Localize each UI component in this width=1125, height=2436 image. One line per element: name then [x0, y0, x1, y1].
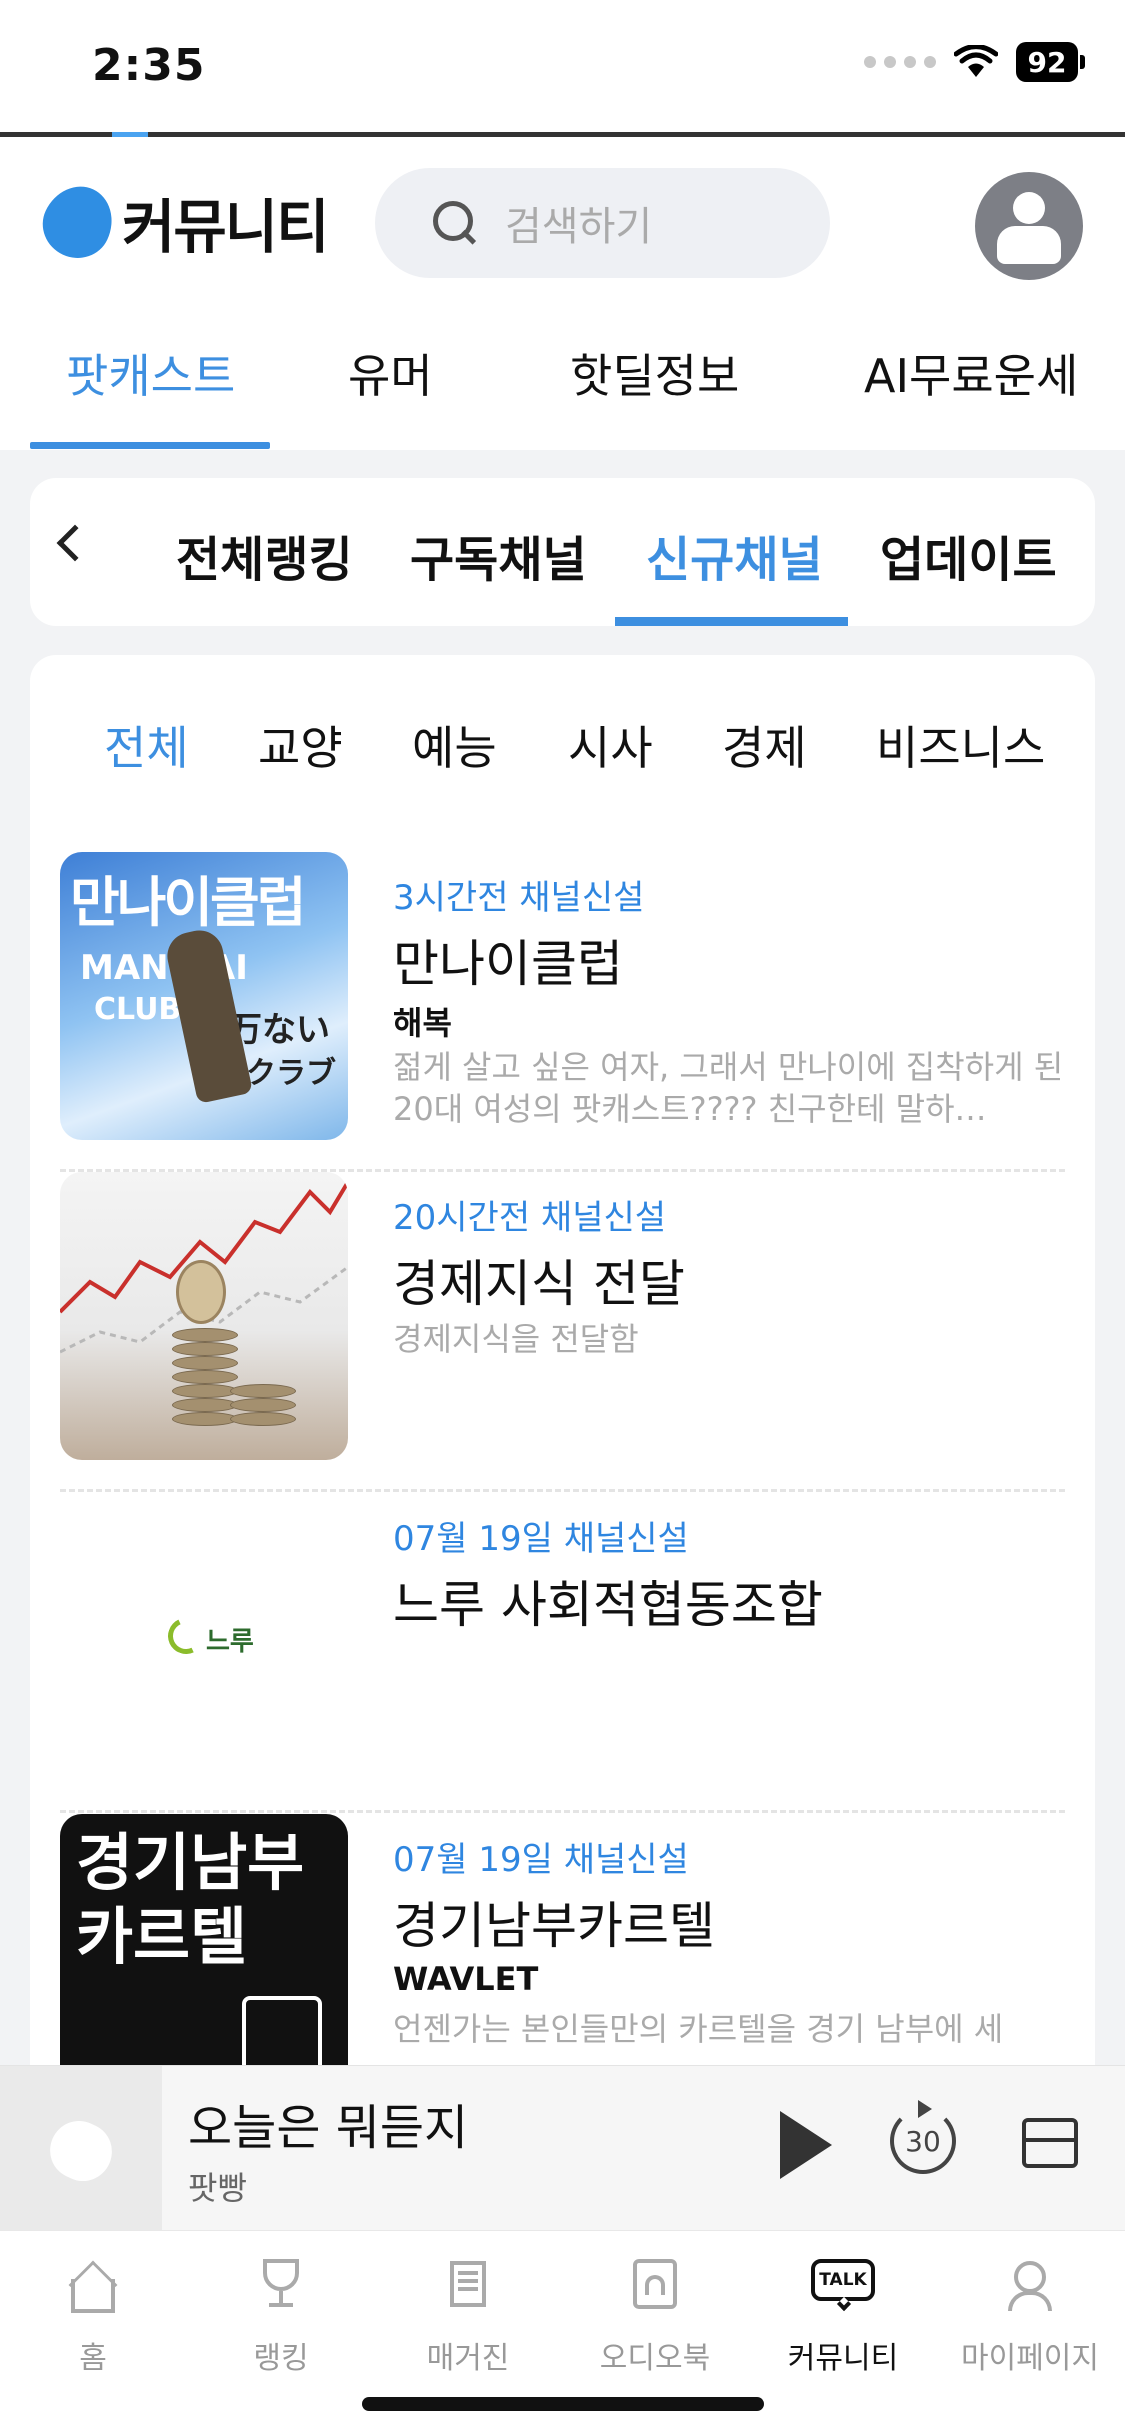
channel-author: 해복: [393, 1004, 452, 1042]
player-artwork: [0, 2066, 162, 2231]
battery-icon: 92: [1016, 42, 1085, 82]
channel-thumbnail: 만나이클럽 MAN NAI CLUB 万ない クラブ: [60, 852, 348, 1140]
channel-description: 젊게 살고 싶은 여자, 그래서 만나이에 집착하게 된 20대 여성의 팟캐스…: [393, 1048, 1064, 1128]
channel-created-time: 07월 19일 채널신설: [393, 1840, 689, 1880]
channel-title: 만나이클럽: [393, 935, 623, 993]
subtab-indicator: [615, 617, 848, 626]
nav-label: 오디오북: [599, 2341, 711, 2376]
logo-text: 커뮤니티: [122, 193, 329, 261]
leaf-logo-icon: [162, 1612, 210, 1660]
nav-home[interactable]: 홈: [18, 2243, 168, 2393]
channel-created-time: 3시간전 채널신설: [393, 878, 645, 918]
nav-label: 매거진: [426, 2341, 510, 2376]
cellular-signal-icon: [864, 56, 936, 68]
category-entertainment[interactable]: 예능: [412, 712, 497, 778]
tab-humor[interactable]: 유머: [348, 340, 433, 406]
thumbnail-text: 느루: [206, 1627, 254, 1657]
channel-thumbnail: 경기남부 카르텔: [60, 1814, 348, 2102]
nav-label: 마이페이지: [961, 2341, 1099, 2376]
player-title: 오늘은 뭐듣지: [188, 2100, 469, 2156]
channel-item[interactable]: 만나이클럽 MAN NAI CLUB 万ない クラブ 3시간전 채널신설 만나이…: [60, 852, 1065, 1172]
talk-icon: TALK: [811, 2253, 875, 2317]
status-bar: 2:35 92: [0, 0, 1125, 134]
status-time: 2:35: [92, 40, 206, 91]
channel-description: 경제지식을 전달함: [393, 1320, 639, 1358]
battery-level: 92: [1016, 42, 1078, 82]
search-placeholder: 검색하기: [505, 204, 653, 250]
channel-thumbnail: 느루: [60, 1493, 348, 1781]
coin-icon: [176, 1260, 226, 1324]
tab-ai-fortune[interactable]: AI무료운세: [864, 340, 1078, 406]
channel-created-time: 20시간전 채널신설: [393, 1198, 667, 1238]
nav-community[interactable]: TALK 커뮤니티: [768, 2243, 918, 2393]
subtab-new-channels[interactable]: 신규채널: [646, 520, 823, 590]
profile-avatar-button[interactable]: [975, 172, 1083, 280]
category-business[interactable]: 비즈니스: [876, 712, 1045, 778]
status-icons: 92: [864, 42, 1085, 82]
wifi-icon: [954, 45, 998, 77]
subtab-overall-ranking[interactable]: 전체랭킹: [176, 520, 353, 590]
channel-created-time: 07월 19일 채널신설: [393, 1519, 689, 1559]
subtab-updates[interactable]: 업데이트: [880, 520, 1057, 590]
magazine-icon: [436, 2253, 500, 2317]
player-subtitle: 팟빵: [188, 2169, 247, 2207]
subtab-subscribed[interactable]: 구독채널: [410, 520, 587, 590]
home-icon: [61, 2253, 125, 2317]
user-icon: [1013, 192, 1045, 224]
category-culture[interactable]: 교양: [258, 712, 343, 778]
channel-item[interactable]: 20시간전 채널신설 경제지식 전달 경제지식을 전달함: [60, 1172, 1065, 1492]
nav-mypage[interactable]: 마이페이지: [955, 2243, 1105, 2393]
channel-item[interactable]: 느루 07월 19일 채널신설 느루 사회적협동조합: [60, 1493, 1065, 1813]
audiobook-icon: [623, 2253, 687, 2317]
tab-hotdeal[interactable]: 핫딜정보: [570, 340, 739, 406]
bean-logo-icon: [31, 175, 125, 269]
bean-icon: [40, 2111, 122, 2191]
tab-podcast[interactable]: 팟캐스트: [66, 340, 235, 406]
community-logo[interactable]: 커뮤니티: [31, 175, 329, 269]
play-icon[interactable]: [780, 2111, 832, 2179]
nav-magazine[interactable]: 매거진: [393, 2243, 543, 2393]
category-all[interactable]: 전체: [104, 712, 189, 778]
search-icon: [431, 199, 479, 247]
channel-thumbnail: [60, 1172, 348, 1460]
channel-title: 경기남부카르텔: [393, 1897, 715, 1955]
search-input[interactable]: 검색하기: [375, 168, 830, 278]
channel-title: 경제지식 전달: [393, 1255, 685, 1313]
nav-label: 홈: [79, 2341, 107, 2376]
nav-label: 커뮤니티: [787, 2341, 899, 2376]
category-economy[interactable]: 경제: [722, 712, 807, 778]
trophy-icon: [249, 2253, 313, 2317]
top-tab-indicator: [30, 442, 270, 449]
inbox-icon[interactable]: [1022, 2118, 1078, 2168]
mini-player[interactable]: 오늘은 뭐듣지 팟빵 30: [0, 2065, 1125, 2231]
mypage-icon: [998, 2253, 1062, 2317]
channel-title: 느루 사회적협동조합: [393, 1576, 823, 1634]
thumbnail-text: 만나이클럽: [70, 871, 306, 934]
nav-ranking[interactable]: 랭킹: [206, 2243, 356, 2393]
nav-audiobook[interactable]: 오디오북: [580, 2243, 730, 2393]
channel-author: WAVLET: [393, 1960, 539, 1998]
nav-label: 랭킹: [253, 2341, 309, 2376]
thumbnail-text: 경기남부 카르텔: [76, 1826, 305, 1973]
home-indicator: [362, 2397, 764, 2411]
category-current-affairs[interactable]: 시사: [568, 712, 653, 778]
